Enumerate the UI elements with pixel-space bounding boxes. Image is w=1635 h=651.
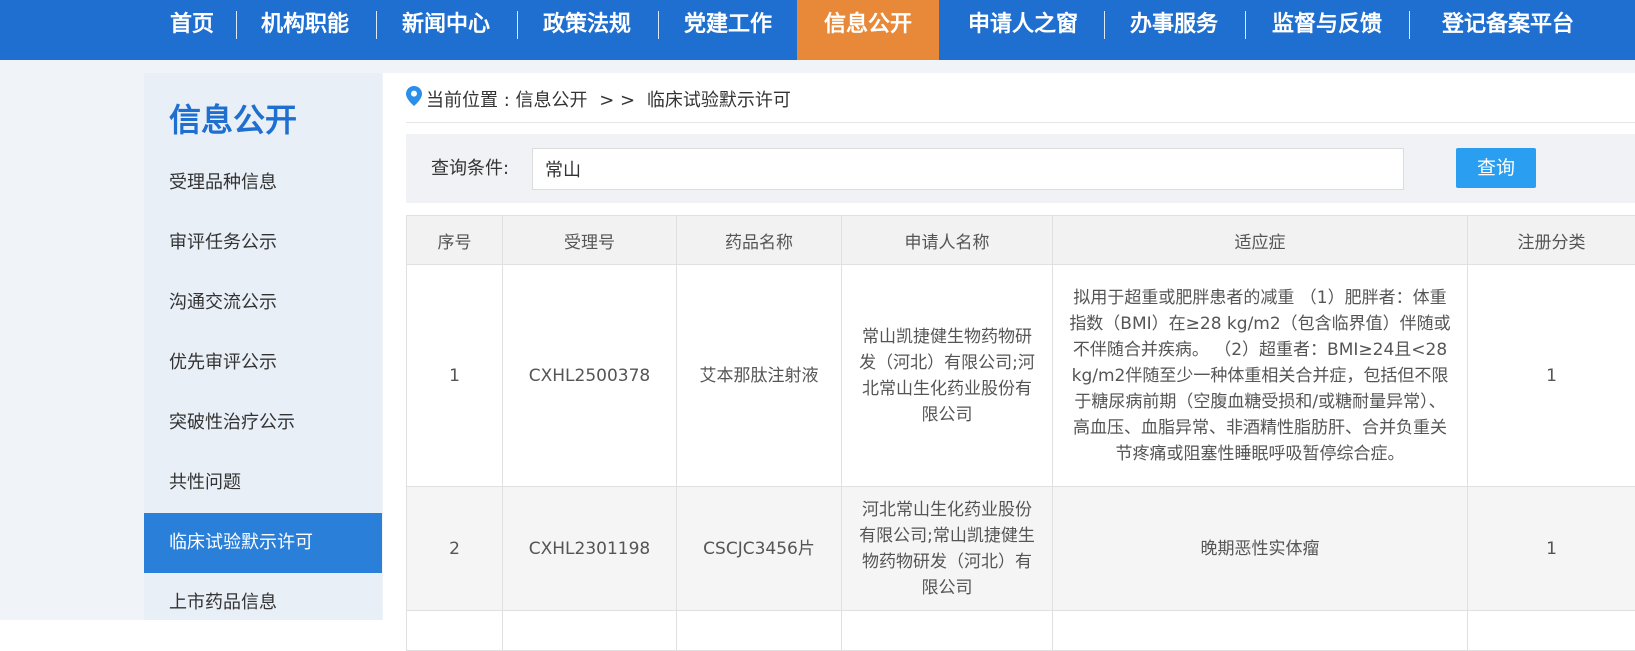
cell-accept-no: CXHL2301198 [503, 487, 677, 611]
nav-separator [1245, 11, 1246, 39]
cell-indication: 拟用于超重或肥胖患者的减重 （1）肥胖者：体重指数（BMI）在≥28 kg/m2… [1053, 265, 1468, 487]
breadcrumb-divider [406, 122, 1635, 123]
sidebar-item-communication[interactable]: 沟通交流公示 [144, 273, 382, 333]
nav-item-registration-platform[interactable]: 登记备案平台 [1418, 0, 1598, 60]
nav-item-policy[interactable]: 政策法规 [525, 0, 649, 60]
table-row [407, 611, 1635, 651]
nav-separator [236, 11, 237, 39]
header-indication: 适应症 [1053, 216, 1468, 265]
top-navigation-bar: 首页 机构职能 新闻中心 政策法规 党建工作 信息公开 申请人之窗 办事服务 监… [0, 0, 1635, 60]
results-table: 序号 受理号 药品名称 申请人名称 适应症 注册分类 1 CXHL2500378… [406, 215, 1635, 651]
cell-index: 2 [407, 487, 503, 611]
location-pin-icon [406, 86, 422, 116]
header-accept-no: 受理号 [503, 216, 677, 265]
nav-item-applicant-window[interactable]: 申请人之窗 [948, 0, 1098, 60]
cell-index: 1 [407, 265, 503, 487]
breadcrumb-separator: > > [599, 90, 635, 111]
cell-empty [842, 611, 1053, 651]
search-input[interactable] [532, 148, 1404, 190]
nav-separator [1104, 11, 1105, 39]
sidebar: 信息公开 受理品种信息 审评任务公示 沟通交流公示 优先审评公示 突破性治疗公示… [144, 73, 382, 620]
sidebar-item-common-issues[interactable]: 共性问题 [144, 453, 382, 513]
cell-empty [503, 611, 677, 651]
nav-separator [1409, 11, 1410, 39]
search-bar: 查询条件: 查询 [406, 134, 1635, 203]
sidebar-item-review-tasks[interactable]: 审评任务公示 [144, 213, 382, 273]
cell-accept-no: CXHL2500378 [503, 265, 677, 487]
header-index: 序号 [407, 216, 503, 265]
sidebar-title: 信息公开 [169, 95, 297, 141]
nav-separator [658, 11, 659, 39]
cell-empty [1053, 611, 1468, 651]
nav-item-services[interactable]: 办事服务 [1112, 0, 1236, 60]
cell-empty [1468, 611, 1635, 651]
nav-separator [376, 11, 377, 39]
cell-drug-name: 艾本那肽注射液 [677, 265, 842, 487]
table-row[interactable]: 1 CXHL2500378 艾本那肽注射液 常山凯捷健生物药物研发（河北）有限公… [407, 265, 1635, 487]
header-category: 注册分类 [1468, 216, 1635, 265]
search-label: 查询条件: [431, 134, 509, 203]
table-row[interactable]: 2 CXHL2301198 CSCJC3456片 河北常山生化药业股份有限公司;… [407, 487, 1635, 611]
cell-applicant: 河北常山生化药业股份有限公司;常山凯捷健生物药物研发（河北）有限公司 [842, 487, 1053, 611]
sidebar-item-accepted-varieties[interactable]: 受理品种信息 [144, 153, 382, 213]
breadcrumb-current: 临床试验默示许可 [647, 90, 791, 111]
breadcrumb-prefix[interactable]: 当前位置 : 信息公开 [426, 90, 588, 111]
nav-item-feedback[interactable]: 监督与反馈 [1253, 0, 1401, 60]
sidebar-item-clinical-trial-permission[interactable]: 临床试验默示许可 [144, 513, 382, 573]
header-applicant: 申请人名称 [842, 216, 1053, 265]
sidebar-item-marketed-drugs[interactable]: 上市药品信息 [144, 573, 382, 633]
sidebar-item-priority-review[interactable]: 优先审评公示 [144, 333, 382, 393]
search-button[interactable]: 查询 [1456, 148, 1536, 188]
nav-item-info-disclosure[interactable]: 信息公开 [797, 0, 939, 60]
cell-empty [677, 611, 842, 651]
cell-category: 1 [1468, 487, 1635, 611]
cell-indication: 晚期恶性实体瘤 [1053, 487, 1468, 611]
sidebar-item-breakthrough-therapy[interactable]: 突破性治疗公示 [144, 393, 382, 453]
cell-empty [407, 611, 503, 651]
cell-drug-name: CSCJC3456片 [677, 487, 842, 611]
nav-item-party[interactable]: 党建工作 [666, 0, 790, 60]
nav-item-organization[interactable]: 机构职能 [243, 0, 367, 60]
breadcrumb: 当前位置 : 信息公开 > > 临床试验默示许可 [406, 86, 791, 116]
nav-item-home[interactable]: 首页 [154, 0, 230, 60]
cell-applicant: 常山凯捷健生物药物研发（河北）有限公司;河北常山生化药业股份有限公司 [842, 265, 1053, 487]
table-header-row: 序号 受理号 药品名称 申请人名称 适应症 注册分类 [407, 216, 1635, 265]
header-drug-name: 药品名称 [677, 216, 842, 265]
nav-separator [517, 11, 518, 39]
nav-item-news[interactable]: 新闻中心 [384, 0, 508, 60]
cell-category: 1 [1468, 265, 1635, 487]
